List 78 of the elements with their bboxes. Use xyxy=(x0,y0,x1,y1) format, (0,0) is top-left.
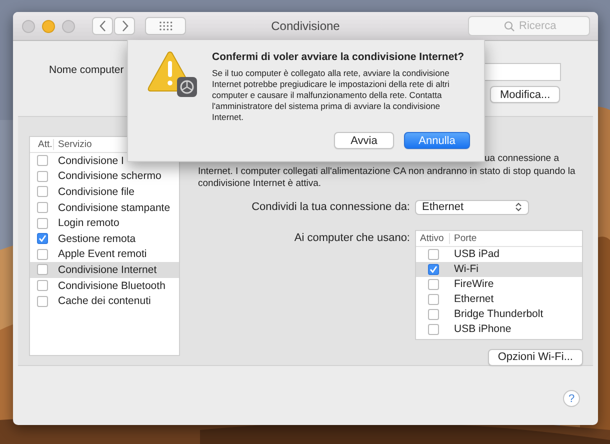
port-label: Bridge Thunderbolt xyxy=(453,308,544,320)
share-from-dropdown[interactable]: Ethernet xyxy=(415,200,529,214)
search-icon xyxy=(504,21,515,32)
checkbox[interactable] xyxy=(428,248,438,260)
service-label: Condivisione file xyxy=(57,186,134,198)
description-text: condivisione Internet è attiva. xyxy=(198,178,322,189)
port-label: Ethernet xyxy=(453,293,494,305)
column-header: Att. xyxy=(30,139,54,150)
service-label: Condivisione Bluetooth xyxy=(57,280,166,292)
description-text: Internet. I computer collegati all'alimentazione CA non andranno in stato di stop quando la xyxy=(198,166,576,176)
description-text: ua connessione a xyxy=(484,153,559,164)
service-row[interactable]: Condivisione Internet xyxy=(30,262,179,278)
checkbox[interactable] xyxy=(36,202,48,214)
grid-icon xyxy=(158,21,172,31)
port-label: USB iPad xyxy=(453,248,500,260)
search-field[interactable]: Ricerca xyxy=(468,16,590,36)
checkbox[interactable] xyxy=(36,170,48,182)
close-button[interactable] xyxy=(22,20,35,32)
chevron-right-icon xyxy=(120,20,128,32)
service-label: Condivisione Internet xyxy=(57,264,157,276)
checkbox[interactable] xyxy=(428,294,438,304)
port-row[interactable]: Ethernet xyxy=(416,292,582,306)
service-label: Apple Event remoti xyxy=(57,248,147,260)
port-label: FireWire xyxy=(453,278,494,290)
checkbox[interactable] xyxy=(36,186,48,198)
edit-button[interactable]: Modifica... xyxy=(490,86,560,103)
port-row[interactable]: USB iPhone xyxy=(416,322,582,336)
share-from-label: Condividi la tua connessione da: xyxy=(250,201,411,213)
column-header: Servizio xyxy=(57,139,92,150)
chevron-left-icon xyxy=(98,20,106,32)
port-row[interactable]: USB iPad xyxy=(416,246,582,262)
chevron-icon xyxy=(515,202,522,212)
minimize-button[interactable] xyxy=(42,20,55,32)
service-row[interactable]: Condivisione stampante xyxy=(30,200,179,216)
checkbox[interactable] xyxy=(36,155,48,166)
service-row[interactable]: Apple Event remoti xyxy=(30,246,179,262)
column-header: Attivo xyxy=(416,232,450,244)
checkbox[interactable] xyxy=(36,233,48,244)
window-title: Condivisione xyxy=(271,19,340,33)
service-row[interactable]: Condivisione schermo xyxy=(30,168,179,184)
service-label: Login remoto xyxy=(57,217,120,230)
service-label: Gestione remota xyxy=(57,232,136,245)
checkbox[interactable] xyxy=(36,280,48,292)
checkbox[interactable] xyxy=(428,278,438,290)
checkbox[interactable] xyxy=(36,264,48,276)
help-button[interactable]: ? xyxy=(563,390,580,407)
show-all-button[interactable] xyxy=(145,17,186,35)
service-label: Condivisione stampante xyxy=(57,202,170,214)
forward-button[interactable] xyxy=(114,17,135,35)
port-row[interactable]: Wi-Fi xyxy=(416,262,582,276)
port-row[interactable]: Bridge Thunderbolt xyxy=(416,306,582,322)
checkbox[interactable] xyxy=(36,248,48,260)
dialog-message: Se il tuo computer è collegato alla rete, avviare la condivisione Internet potrebbe pregiudicare le impostazioni della rete di altri computer e causare il malfunzionamento della rete. Contatta l'amministratore del sistema prima di avviare la condivisione Internet. xyxy=(212,68,450,123)
computer-name-label: Nome computer xyxy=(49,64,124,76)
service-label: Condivisione schermo xyxy=(57,170,162,182)
service-row[interactable]: Gestione remota xyxy=(30,230,179,247)
service-label: Condivisione I xyxy=(57,154,124,167)
checkbox[interactable] xyxy=(36,296,48,307)
checkbox[interactable] xyxy=(428,264,438,274)
start-button[interactable]: Avvia xyxy=(334,132,394,149)
dialog-title: Confermi di voler avviare la condivisione Internet? xyxy=(212,51,466,63)
service-row[interactable]: Condivisione Bluetooth xyxy=(30,278,179,294)
service-row[interactable]: Cache dei contenuti xyxy=(30,293,179,309)
service-row[interactable]: Condivisione file xyxy=(30,184,179,200)
back-button[interactable] xyxy=(92,17,113,35)
checkbox[interactable] xyxy=(428,324,438,334)
checkbox[interactable] xyxy=(428,308,438,320)
zoom-button[interactable] xyxy=(62,20,75,32)
service-row[interactable]: Login remoto xyxy=(30,215,179,231)
ports-label: Ai computer che usano: xyxy=(293,232,411,244)
port-row[interactable]: FireWire xyxy=(416,276,582,292)
column-header: Porte xyxy=(453,232,477,244)
port-label: Wi-Fi xyxy=(453,263,478,275)
service-label: Cache dei contenuti xyxy=(57,295,151,308)
checkbox[interactable] xyxy=(36,218,48,229)
wifi-options-button[interactable]: Opzioni Wi-Fi... xyxy=(488,348,583,366)
port-label: USB iPhone xyxy=(453,323,512,335)
warning-icon xyxy=(146,51,198,97)
